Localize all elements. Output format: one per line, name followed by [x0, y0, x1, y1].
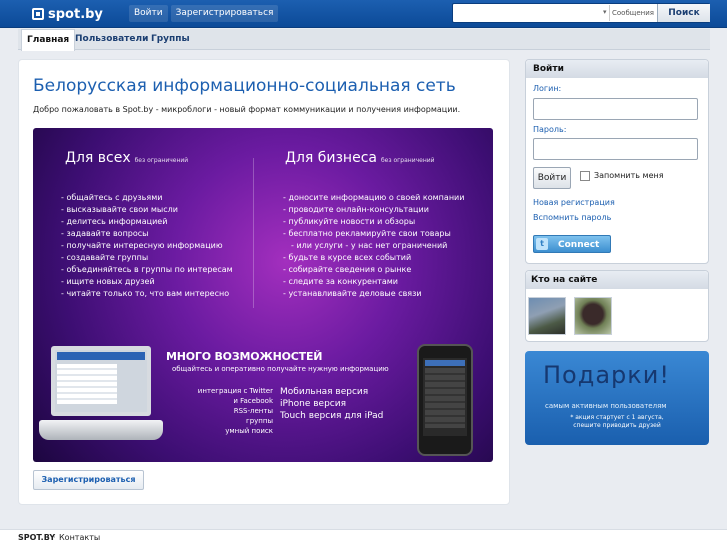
main-nav: Главная Пользователи Группы — [18, 29, 710, 51]
remember-label: Запомнить меня — [594, 171, 664, 180]
list-item: бесплатно рекламируйте свои товары — [283, 228, 464, 240]
banner-col1-list: общайтесь с друзьями высказывайте свои м… — [61, 192, 233, 300]
online-title: Кто на сайте — [526, 271, 708, 289]
tab-groups[interactable]: Группы — [151, 29, 190, 50]
avatar[interactable] — [574, 297, 612, 335]
online-users-panel: Кто на сайте — [525, 270, 709, 342]
connect-label: Connect — [558, 240, 600, 250]
footer: SPOT.BY · Контакты — [0, 529, 727, 545]
gifts-note: * акция стартует с 1 августа, спешите пр… — [570, 414, 664, 429]
search-button[interactable]: Поиск — [657, 4, 710, 22]
tab-users[interactable]: Пользователи — [75, 29, 148, 50]
list-item: высказывайте свои мысли — [61, 204, 233, 216]
list-item: следите за конкурентами — [283, 276, 464, 288]
remember-checkbox[interactable] — [580, 171, 590, 181]
banner-big-subtitle: общайтесь и оперативно получайте нужную … — [172, 365, 389, 373]
page-description: Добро пожаловать в Spot.by - микроблоги … — [33, 105, 461, 114]
list-item: доносите информацию о своей компании — [283, 192, 464, 204]
list-item: получайте интересную информацию — [61, 240, 233, 252]
banner-col2-title: Для бизнеса без ограничений — [285, 150, 435, 166]
list-item: или услуги - у нас нет ограничений — [283, 240, 464, 252]
main-panel: Белорусская информационно-социальная сет… — [18, 59, 510, 505]
register-link[interactable]: Зарегистрироваться — [170, 5, 279, 22]
login-label: Логин: — [533, 84, 562, 93]
footer-separator: · — [53, 533, 56, 542]
footer-contacts-link[interactable]: Контакты — [59, 533, 100, 542]
list-item: собирайте сведения о рынке — [283, 264, 464, 276]
list-item: читайте только то, что вам интересно — [61, 288, 233, 300]
search-box: ▾ Сообщения Поиск — [452, 3, 710, 23]
gifts-banner[interactable]: Подарки! самым активным пользователям * … — [525, 351, 709, 445]
banner-features-left: интеграция с Twitter и Facebook RSS-лент… — [197, 387, 273, 435]
avatar[interactable] — [528, 297, 566, 335]
gifts-title: Подарки! — [543, 361, 670, 389]
twitter-connect-button[interactable]: t Connect — [533, 235, 611, 253]
banner-col1-title: Для всех без ограничений — [65, 150, 189, 166]
list-item: будьте в курсе всех событий — [283, 252, 464, 264]
banner-features-right: Мобильная версия iPhone версия Touch вер… — [280, 387, 384, 421]
search-scope[interactable]: Сообщения — [609, 5, 657, 21]
footer-brand[interactable]: SPOT.BY — [18, 533, 55, 542]
tab-home[interactable]: Главная — [21, 29, 76, 51]
list-item: создавайте группы — [61, 252, 233, 264]
twitter-icon: t — [536, 238, 548, 250]
list-item: делитесь информацией — [61, 216, 233, 228]
login-button[interactable]: Войти — [533, 167, 571, 189]
banner-divider — [253, 158, 254, 308]
list-item: объединяйтесь в группы по интересам — [61, 264, 232, 276]
logo-text: spot.by — [48, 6, 103, 22]
list-item: публикуйте новости и обзоры — [283, 216, 464, 228]
recover-password-link[interactable]: Вспомнить пароль — [533, 213, 611, 222]
login-panel: Войти Логин: Пароль: Войти Запомнить мен… — [525, 59, 709, 264]
laptop-illustration — [39, 340, 163, 452]
login-title: Войти — [526, 60, 708, 78]
gifts-subtitle: самым активным пользователям — [545, 402, 667, 410]
banner-big-title: МНОГО ВОЗМОЖНОСТЕЙ — [166, 350, 323, 363]
list-item: устанавливайте деловые связи — [283, 288, 464, 300]
list-item: проводите онлайн-консультации — [283, 204, 464, 216]
site-logo[interactable]: spot.by — [32, 5, 103, 23]
new-registration-link[interactable]: Новая регистрация — [533, 198, 615, 207]
top-nav: Войти Зарегистрироваться — [129, 5, 279, 22]
login-link[interactable]: Войти — [129, 5, 168, 22]
search-input[interactable] — [455, 6, 603, 20]
login-field[interactable] — [533, 98, 698, 120]
logo-icon — [32, 8, 44, 20]
top-bar: spot.by Войти Зарегистрироваться ▾ Сообщ… — [0, 0, 727, 28]
password-label: Пароль: — [533, 125, 567, 134]
list-item: ищите новых друзей — [61, 276, 233, 288]
list-item: задавайте вопросы — [61, 228, 233, 240]
promo-banner: Для всехбез ограничений общайтесь с друз… — [33, 128, 493, 462]
password-field[interactable] — [533, 138, 698, 160]
list-item: общайтесь с друзьями — [61, 192, 233, 204]
page-title: Белорусская информационно-социальная сет… — [33, 76, 456, 96]
phone-illustration — [417, 344, 473, 456]
register-button[interactable]: Зарегистрироваться — [33, 470, 144, 490]
banner-col2-list: доносите информацию о своей компании про… — [283, 192, 464, 300]
